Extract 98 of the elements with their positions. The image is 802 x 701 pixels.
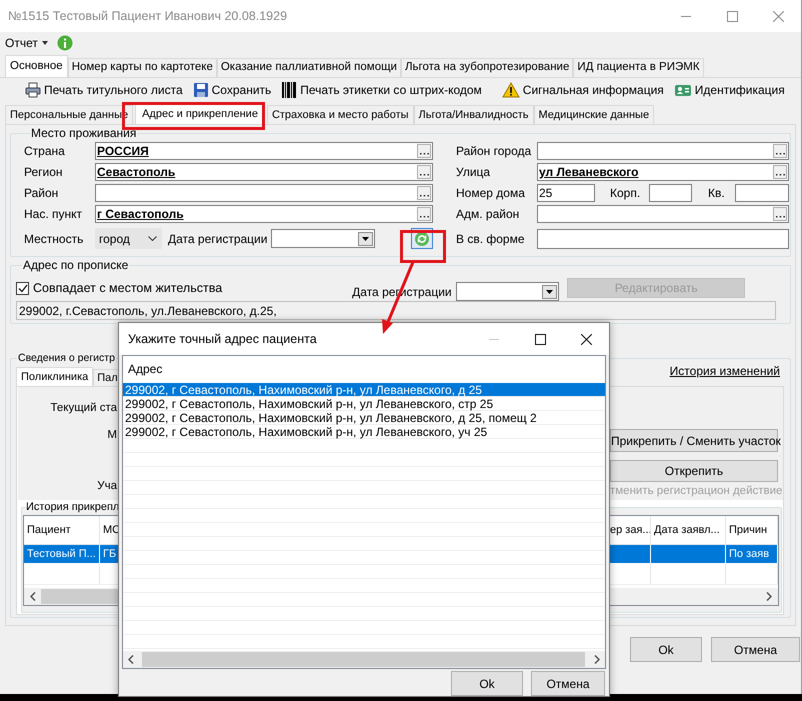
text-field[interactable]: 25 — [537, 184, 595, 202]
tab[interactable]: ИД пациента в РИЭМК — [573, 58, 704, 77]
field-label: Корп. — [610, 186, 642, 200]
window-title: №1515 Тестовый Пациент Иванович 20.08.1929 — [7, 8, 288, 25]
field-label: Регион — [24, 165, 64, 179]
tab[interactable]: Основное — [5, 55, 68, 77]
close-icon — [772, 10, 784, 22]
field-label: В св. форме — [456, 232, 526, 246]
scroll-left-icon — [128, 655, 134, 664]
printer-icon — [25, 82, 41, 98]
scrollbar-thumb[interactable] — [142, 652, 585, 667]
refresh-icon — [414, 230, 430, 246]
field-label: Улица — [456, 165, 492, 179]
toolbar-button[interactable]: Печать этикетки со штрих-кодом — [280, 79, 483, 101]
dropdown-arrow-icon — [362, 236, 369, 240]
info-icon[interactable] — [56, 35, 73, 51]
dropdown-button[interactable] — [542, 284, 558, 298]
field-label: Номер дома — [456, 186, 526, 200]
field-label: Адм. район — [456, 207, 520, 221]
address-list[interactable] — [122, 355, 606, 669]
list-row[interactable]: 299002, г Севастополь, Нахимовский р-н, ул Леваневского, стр 25 — [123, 397, 605, 411]
group-title: Адрес по прописке — [22, 259, 130, 272]
lookup-field[interactable] — [95, 184, 433, 202]
lookup-field[interactable]: г Севастополь — [95, 205, 433, 223]
column-header[interactable]: Дата заявл... — [651, 516, 726, 544]
list-row[interactable]: 299002, г Севастополь, Нахимовский р-н, ул Леваневского, уч 25 — [123, 425, 605, 439]
ok-button[interactable]: Ok — [451, 671, 523, 696]
scroll-right-icon — [766, 592, 772, 601]
group-title: Место проживания — [30, 127, 138, 140]
history-link[interactable]: История изменений — [670, 362, 780, 380]
toolbar-button[interactable]: Сохранить — [192, 79, 272, 101]
field-label: Уча — [97, 479, 117, 493]
toolbar-button[interactable]: Сигнальная информация — [500, 79, 665, 101]
field-label: Совпадает с местом жительства — [33, 281, 222, 295]
close-icon — [580, 334, 592, 344]
ok-button[interactable]: Ok — [630, 637, 702, 662]
column-header[interactable]: Пациент — [24, 516, 100, 544]
group-title: Сведения о регистр — [17, 352, 116, 365]
list-row[interactable]: 299002, г Севастополь, Нахимовский р-н, ул Леваневского, д 25, помещ 2 — [123, 411, 605, 425]
text-field[interactable] — [735, 184, 789, 202]
field-label: Страна — [24, 144, 66, 158]
text-field[interactable] — [649, 184, 692, 202]
browse-button[interactable] — [773, 165, 787, 179]
field-label: Нас. пункт — [24, 207, 84, 221]
tab[interactable]: Льгота на зубопротезирование — [400, 58, 574, 77]
text-field[interactable] — [537, 228, 789, 248]
dialog-title: Укажите точный адрес пациента — [127, 330, 317, 348]
table-cell: Тестовый П... — [24, 545, 100, 563]
toolbar-button[interactable]: Печать титульного листа — [24, 79, 184, 101]
group-title: История прикрепл — [25, 501, 120, 514]
field-label: Район — [24, 186, 60, 200]
caret-icon — [42, 41, 48, 45]
checkmark-icon — [18, 284, 28, 292]
tab[interactable]: Номер карты по картотеке — [68, 58, 217, 77]
tab[interactable]: Оказание паллиативной помощи — [216, 58, 401, 77]
field-label: Район города — [456, 144, 532, 158]
lookup-field[interactable]: РОССИЯ — [95, 142, 433, 160]
list-row[interactable]: 299002, г Севастополь, Нахимовский р-н, ул Леваневского, д 25 — [123, 383, 605, 397]
browse-button[interactable] — [417, 165, 431, 179]
toolbar-button[interactable]: Идентификация — [672, 79, 786, 101]
chevron-icon — [148, 236, 157, 241]
warning-icon — [502, 82, 520, 98]
browse-button[interactable] — [417, 207, 431, 221]
browse-button[interactable] — [773, 144, 787, 158]
field-label: Кв. — [708, 186, 726, 200]
dropdown-arrow-icon — [546, 290, 554, 294]
lookup-field[interactable]: Севастополь — [95, 163, 433, 181]
browse-button[interactable] — [417, 144, 431, 158]
dropdown-button[interactable] — [358, 232, 373, 246]
checkbox[interactable] — [16, 282, 29, 294]
table-cell: По заяв — [726, 545, 778, 563]
lookup-field[interactable] — [537, 142, 789, 160]
lookup-field[interactable] — [537, 205, 789, 223]
lookup-field[interactable]: ул Леваневского — [537, 163, 789, 181]
id-card-icon — [674, 82, 692, 98]
tab[interactable]: Поликлиника — [16, 367, 94, 386]
cancel-button[interactable]: Отмена — [531, 671, 605, 696]
field-label: Дата регистрации — [168, 232, 268, 246]
scroll-right-icon — [594, 655, 600, 664]
maximize-icon — [726, 10, 738, 22]
address-field: 299002, г.Севастополь, ул.Леваневского, д.25, — [16, 301, 776, 320]
cancel-button[interactable]: Отмена — [711, 637, 800, 662]
field-label: Текущий ста — [50, 401, 117, 415]
report-menu[interactable]: Отчет — [4, 34, 49, 52]
date-picker[interactable] — [456, 282, 560, 301]
column-header[interactable]: Причин — [726, 516, 778, 544]
column-header[interactable]: Адрес — [123, 356, 605, 382]
browse-button[interactable] — [417, 186, 431, 200]
attach-button[interactable]: Открепить — [610, 460, 778, 482]
field-label: Местность — [24, 232, 84, 246]
date-picker[interactable] — [271, 229, 375, 248]
browse-button[interactable] — [773, 207, 787, 221]
minimize-icon — [488, 338, 498, 340]
maximize-icon — [534, 334, 546, 344]
locality-select[interactable]: город — [95, 228, 162, 249]
field-label: М — [107, 428, 117, 442]
barcode-icon — [281, 81, 298, 99]
scroll-left-icon — [30, 592, 36, 601]
